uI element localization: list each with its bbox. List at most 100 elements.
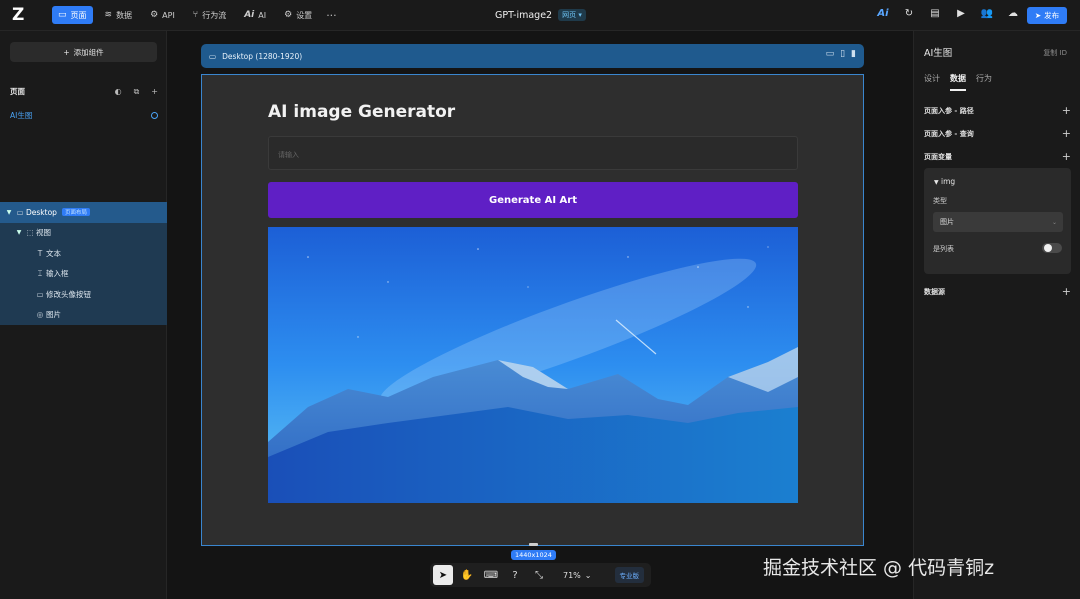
pointer-tool-icon[interactable]: ➤ [433, 565, 453, 585]
add-component-label: 添加组件 [73, 47, 104, 57]
page-vars-row: 页面变量 + [924, 150, 1071, 163]
caret-down-icon[interactable]: ▼ [4, 209, 14, 216]
folder-icon[interactable]: ◐ [115, 87, 122, 97]
desktop-frame[interactable]: AI image Generator 请输入 Generate AI Art [201, 74, 864, 546]
pages-actions: ◐ ⧉ + [115, 87, 158, 97]
tree-node-label: Desktop [26, 207, 57, 217]
nav-data-label: 数据 [116, 10, 133, 20]
copy-id-button[interactable]: 复制 ID [1043, 48, 1067, 58]
frame-resize-handle[interactable] [529, 543, 538, 546]
prompt-input[interactable]: 请输入 [268, 136, 798, 170]
variable-name: img [941, 177, 956, 186]
data-source-row: 数据源 + [924, 285, 1071, 298]
route-params-label: 页面入参 - 路径 [924, 106, 974, 115]
generator-title[interactable]: AI image Generator [268, 102, 455, 122]
variable-type-label: 类型 [933, 197, 947, 205]
api-icon: ⚙ [150, 10, 159, 20]
nav-api[interactable]: ⚙ API [144, 6, 181, 24]
frame-label: Desktop (1280-1920) [222, 51, 303, 61]
variable-type-value: 图片 [940, 218, 954, 226]
device-switcher: ▭ ▯ ▮ [826, 49, 856, 59]
nav-ai[interactable]: Ai AI [238, 6, 272, 24]
generate-button[interactable]: Generate AI Art [268, 182, 798, 218]
text-icon: T [37, 248, 43, 258]
add-component-button[interactable]: + 添加组件 [10, 42, 157, 62]
tree-node-label: 视图 [36, 228, 51, 238]
add-page-var-icon[interactable]: + [1062, 150, 1071, 163]
more-icon[interactable]: ··· [326, 9, 337, 22]
document-icon[interactable]: ▤ [928, 8, 942, 19]
add-query-param-icon[interactable]: + [1062, 127, 1071, 140]
add-page-icon[interactable]: + [151, 87, 158, 97]
chevron-down-icon: ⌄ [1051, 218, 1057, 226]
nav-pages-label: 页面 [70, 10, 87, 20]
nav-settings[interactable]: ⚙ 设置 [278, 6, 318, 24]
tab-design[interactable]: 设计 [924, 73, 940, 91]
generated-image[interactable] [268, 227, 798, 503]
play-icon[interactable]: ▶ [954, 8, 968, 19]
users-icon[interactable]: 👥 [980, 8, 994, 19]
caret-down-icon[interactable]: ▼ [14, 229, 24, 236]
nav-data[interactable]: ≋ 数据 [99, 6, 139, 24]
add-data-source-icon[interactable]: + [1062, 285, 1071, 298]
tab-behavior[interactable]: 行为 [976, 73, 992, 91]
app-type-dropdown[interactable]: 网页 ▾ [558, 9, 586, 21]
query-params-row: 页面入参 - 查询 + [924, 127, 1071, 140]
add-route-param-icon[interactable]: + [1062, 104, 1071, 117]
publish-label: 发布 [1044, 11, 1060, 20]
tablet-device-icon[interactable]: ▯ [840, 49, 845, 59]
tree-node-image[interactable]: ◎ 图片 [0, 305, 167, 326]
ai-assistant-icon[interactable]: Ai [876, 8, 890, 19]
page-item-ai[interactable]: AI生图 [10, 110, 158, 121]
copy-icon[interactable]: ⧉ [134, 87, 140, 97]
nav-pages[interactable]: ▭ 页面 [52, 6, 93, 24]
nav-flow[interactable]: ⑂ 行为流 [187, 6, 232, 24]
frame-header[interactable]: ▭ Desktop (1280-1920) ▭ ▯ ▮ [201, 44, 864, 68]
tree-node-label: 输入框 [46, 269, 69, 279]
variable-card: ▼ img 类型 图片 ⌄ 是列表 [924, 168, 1071, 274]
keyboard-icon[interactable]: ⌨ [481, 565, 501, 585]
nav-ai-label: AI [258, 10, 267, 20]
tree-node-input[interactable]: ⌶ 输入框 [0, 264, 167, 285]
collapse-icon[interactable]: ⤡ [529, 565, 549, 585]
canvas-toolbar: ➤ ✋ ⌨ ? ⤡ 71% ⌄ 专业版 [430, 563, 651, 587]
ai-icon: Ai [244, 10, 255, 20]
page-item-label: AI生图 [10, 111, 33, 120]
tree-node-view[interactable]: ▼ ⬚ 视图 [0, 223, 167, 244]
cloud-icon[interactable]: ☁ [1006, 8, 1020, 19]
desktop-device-icon[interactable]: ▭ [826, 49, 835, 59]
caret-down-icon: ▼ [934, 179, 939, 186]
tree-node-text[interactable]: T 文本 [0, 243, 167, 264]
app-name: GPT-image2 [495, 9, 553, 21]
page-icon: ▭ [58, 10, 67, 20]
plus-icon: + [63, 47, 70, 57]
refresh-icon[interactable]: ↻ [902, 8, 916, 19]
home-page-indicator-icon [151, 112, 158, 119]
help-icon[interactable]: ? [505, 565, 525, 585]
zoom-dropdown[interactable]: 71% ⌄ [563, 571, 591, 580]
is-list-toggle[interactable] [1042, 243, 1062, 253]
tree-node-button[interactable]: ▭ 修改头像按钮 [0, 284, 167, 305]
desktop-icon: ▭ [16, 207, 24, 217]
top-right-tools: Ai ↻ ▤ ▶ 👥 ☁ [876, 8, 1020, 19]
nav-api-label: API [162, 10, 175, 20]
variable-header[interactable]: ▼ img [934, 177, 955, 186]
publish-button[interactable]: ➤ 发布 [1027, 7, 1067, 24]
query-params-label: 页面入参 - 查询 [924, 129, 974, 138]
pages-header: 页面 ◐ ⧉ + [10, 86, 158, 97]
variable-type-select[interactable]: 图片 ⌄ [933, 212, 1063, 232]
pro-version-badge[interactable]: 专业版 [614, 567, 644, 583]
app-title: GPT-image2 网页 ▾ [495, 9, 586, 21]
design-canvas[interactable]: ▭ Desktop (1280-1920) ▭ ▯ ▮ AI image Gen… [168, 31, 913, 599]
mobile-device-icon[interactable]: ▮ [851, 49, 856, 59]
tab-data[interactable]: 数据 [950, 73, 966, 91]
nav-settings-label: 设置 [296, 10, 313, 20]
mountain-night-sky-image [268, 227, 798, 503]
pages-heading: 页面 [10, 87, 25, 96]
is-list-label: 是列表 [933, 245, 954, 253]
tree-node-desktop[interactable]: ▼ ▭ Desktop 页面布局 [0, 202, 167, 223]
hand-tool-icon[interactable]: ✋ [457, 565, 477, 585]
app-logo-icon[interactable]: Z [12, 6, 30, 24]
main-nav: ▭ 页面 ≋ 数据 ⚙ API ⑂ 行为流 Ai AI ⚙ 设置 ··· [52, 6, 337, 24]
watermark-text: 掘金技术社区 @ 代码青铜z [763, 557, 995, 579]
